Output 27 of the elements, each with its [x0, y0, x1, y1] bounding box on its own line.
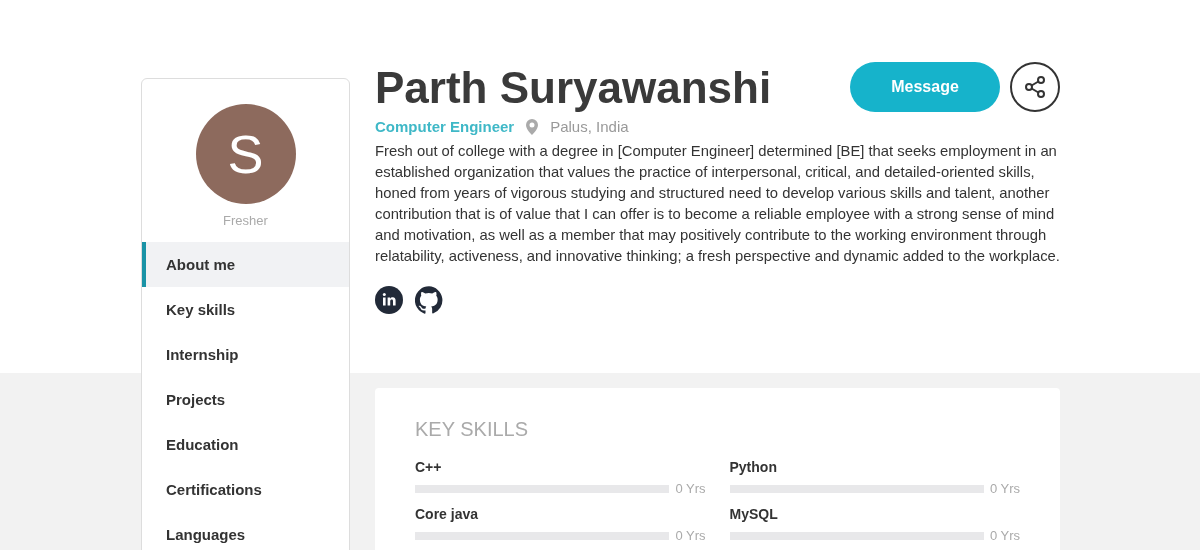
skill-name: MySQL [729, 506, 779, 522]
about-text: Fresh out of college with a degree in [Computer Engineer] determined [BE] that seeks employment in an established organization that values the practice of interpersonal, critical, and detailed-oriented skills, honed from years of vigorous studying and structured need to develop various skills and talent, another contribution that is of value that I can offer is to become a reliable employee with a strong sense of mind and motivation, as well as a member that may positively contribute to the working environment through relatability, activeness, and innovative thinking; a fresh perspective and dynamic added to the workplace. [375, 142, 1060, 266]
sidebar-item[interactable]: Projects [142, 377, 349, 422]
skill-name: Core java [415, 506, 480, 522]
sidebar-item[interactable]: Key skills [142, 287, 349, 332]
skill-years: 0 Yrs [675, 528, 706, 543]
profile-name: Parth Suryawanshi [375, 62, 772, 114]
job-title: Computer Engineer [375, 118, 515, 135]
linkedin-icon[interactable] [375, 286, 403, 314]
skill-name: Python [729, 459, 778, 475]
avatar: S [195, 104, 296, 204]
sidebar-item[interactable]: About me [142, 242, 349, 287]
skill-years: 0 Yrs [989, 528, 1020, 543]
sidebar-item[interactable]: Certifications [142, 467, 349, 512]
share-icon [1023, 75, 1047, 99]
share-button[interactable] [1010, 62, 1060, 112]
sidebar-item[interactable]: Internship [142, 332, 349, 377]
location-text: Palus, India [550, 118, 629, 135]
sidebar-item[interactable]: Education [142, 422, 349, 467]
skill-name: C++ [415, 459, 443, 475]
skill-years: 0 Yrs [989, 481, 1020, 496]
status-label: Fresher [222, 213, 269, 228]
sidebar-item[interactable]: Languages [142, 512, 349, 550]
location-pin-icon [526, 118, 539, 135]
section-title: KEY SKILLS [415, 418, 530, 441]
github-icon[interactable] [415, 286, 443, 314]
skill-years: 0 Yrs [675, 481, 706, 496]
